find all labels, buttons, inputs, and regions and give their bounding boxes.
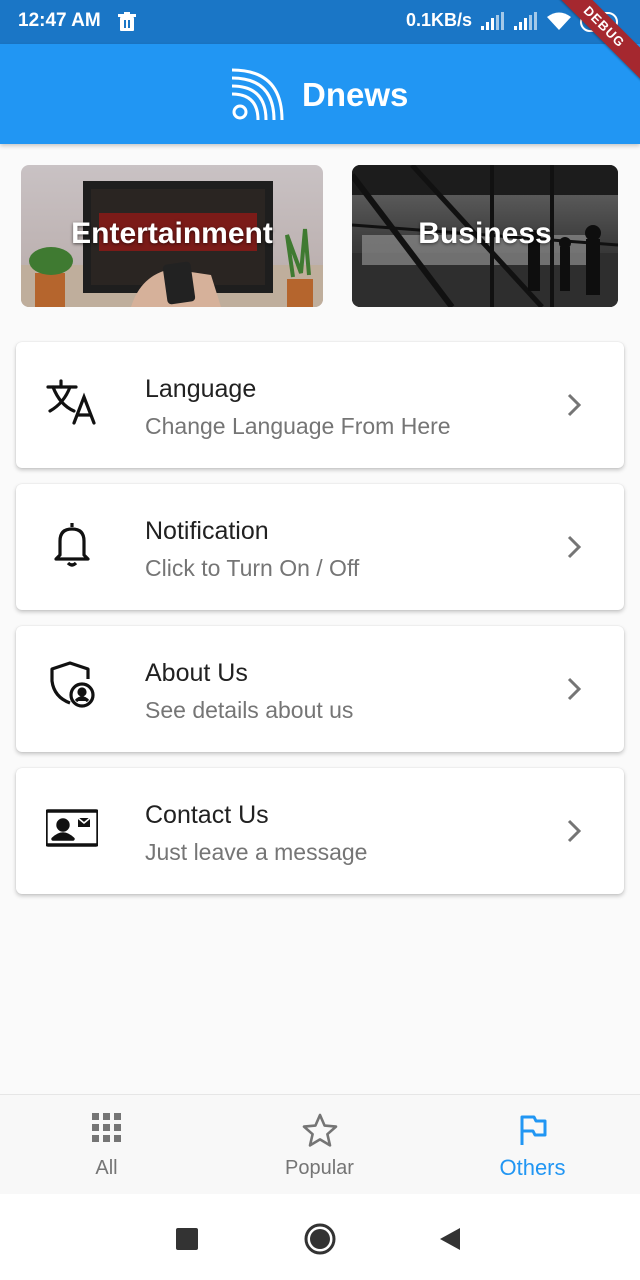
settings-item-subtitle: Change Language From Here bbox=[145, 413, 451, 439]
translate-icon bbox=[46, 375, 98, 427]
settings-item-notification[interactable]: Notification Click to Turn On / Off bbox=[16, 484, 624, 610]
settings-item-subtitle: Just leave a message bbox=[145, 839, 368, 865]
nav-tab-label: All bbox=[95, 1157, 118, 1179]
chevron-right-icon bbox=[564, 534, 584, 565]
nav-tab-label: Popular bbox=[285, 1157, 354, 1179]
status-bar: 12:47 AM 0.1KB/s 84 bbox=[0, 0, 640, 44]
home-button[interactable] bbox=[303, 1222, 337, 1261]
signal-icon bbox=[481, 12, 505, 35]
settings-item-contact-us[interactable]: Contact Us Just leave a message bbox=[16, 768, 624, 894]
chevron-right-icon bbox=[564, 818, 584, 849]
category-label: Entertainment bbox=[71, 217, 273, 250]
grid-icon bbox=[91, 1113, 122, 1148]
nav-tab-others[interactable]: Others bbox=[426, 1095, 639, 1195]
star-icon bbox=[302, 1113, 338, 1152]
nav-tab-label: Others bbox=[499, 1155, 566, 1180]
bottom-navigation: All Popular Others bbox=[0, 1094, 640, 1194]
contact-card-icon bbox=[44, 801, 100, 853]
chevron-right-icon bbox=[564, 676, 584, 707]
settings-item-title: Contact Us bbox=[145, 801, 269, 829]
system-navigation-bar bbox=[0, 1194, 640, 1280]
nav-tab-all[interactable]: All bbox=[0, 1095, 213, 1195]
category-card-business[interactable]: Business bbox=[352, 165, 618, 307]
chevron-right-icon bbox=[564, 392, 584, 423]
settings-item-subtitle: Click to Turn On / Off bbox=[145, 555, 360, 581]
trash-icon bbox=[118, 12, 136, 37]
settings-item-title: About Us bbox=[145, 659, 248, 687]
settings-item-about-us[interactable]: About Us See details about us bbox=[16, 626, 624, 752]
settings-item-title: Notification bbox=[145, 517, 269, 545]
rss-feed-icon bbox=[228, 66, 286, 129]
status-time: 12:47 AM bbox=[18, 10, 101, 31]
signal-icon bbox=[514, 12, 538, 35]
settings-item-language[interactable]: Language Change Language From Here bbox=[16, 342, 624, 468]
bell-icon bbox=[46, 517, 98, 569]
network-speed: 0.1KB/s bbox=[406, 10, 473, 30]
recents-button[interactable] bbox=[176, 1228, 198, 1255]
shield-user-icon bbox=[46, 659, 98, 711]
settings-item-subtitle: See details about us bbox=[145, 697, 354, 723]
back-button[interactable] bbox=[438, 1226, 462, 1257]
app-title: Dnews bbox=[302, 76, 409, 113]
category-label: Business bbox=[418, 217, 552, 250]
app-bar: Dnews bbox=[0, 44, 640, 144]
category-card-entertainment[interactable]: Entertainment bbox=[21, 165, 323, 307]
wifi-icon bbox=[546, 11, 572, 36]
nav-tab-popular[interactable]: Popular bbox=[213, 1095, 426, 1195]
settings-item-title: Language bbox=[145, 375, 257, 403]
flag-icon bbox=[518, 1113, 548, 1152]
